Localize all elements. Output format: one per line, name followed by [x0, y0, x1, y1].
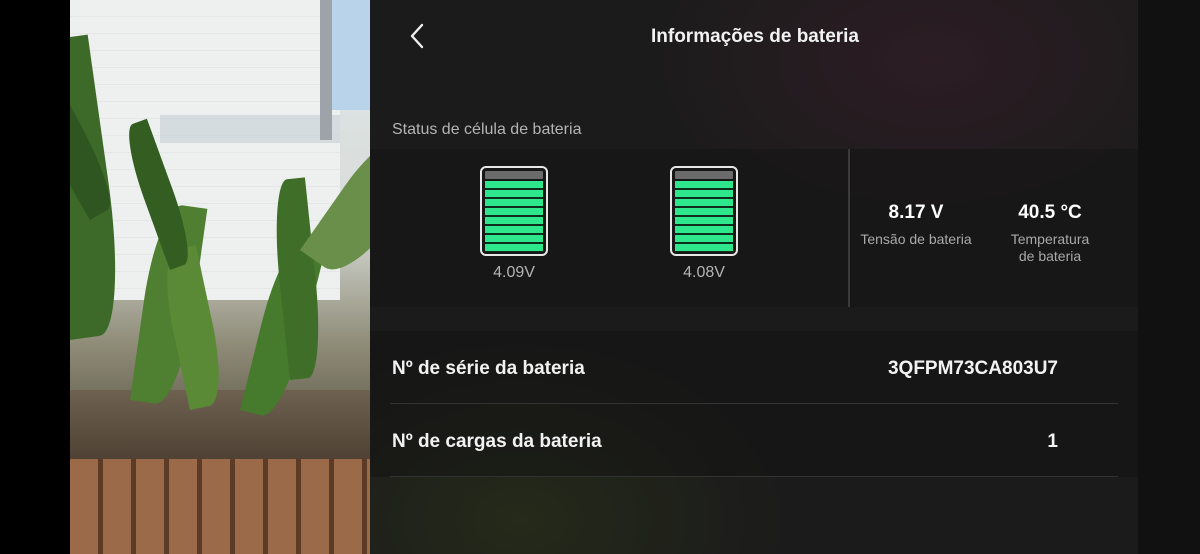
battery-cell-fill: [485, 181, 543, 252]
battery-temperature-label-line1: Temperatura: [1010, 231, 1090, 247]
camera-sky: [330, 0, 370, 110]
camera-pole: [320, 0, 332, 140]
battery-cell-1: 4.09V: [480, 166, 548, 281]
battery-voltage-stat: 8.17 V Tensão de bateria: [850, 202, 982, 248]
charge-count-label: Nº de cargas da bateria: [392, 431, 602, 452]
battery-cell-icon: [480, 166, 548, 256]
page-title: Informações de bateria: [650, 26, 860, 47]
battery-cell-2: 4.08V: [670, 166, 738, 281]
battery-temperature-stat: 40.5 °C Temperatura de bateria: [982, 202, 1118, 265]
battery-cell-cap: [485, 171, 543, 179]
charge-count-value: 1: [1047, 431, 1058, 452]
row-divider: [390, 403, 1118, 404]
battery-temperature-label: Temperatura de bateria: [982, 231, 1118, 265]
charge-count-row[interactable]: Nº de cargas da bateria 1: [390, 405, 1118, 477]
serial-number-value: 3QFPM73CA803U7: [887, 358, 1058, 379]
camera-fence: [70, 459, 370, 554]
right-letterbox: [1138, 0, 1200, 554]
row-divider: [390, 476, 1118, 477]
battery-cell-fill: [675, 181, 733, 252]
battery-cell-voltage: 4.08V: [683, 264, 725, 281]
battery-cell-cap: [675, 171, 733, 179]
battery-temperature-label-line2: de bateria: [1018, 248, 1082, 264]
battery-cell-voltage: 4.09V: [493, 264, 535, 281]
camera-wall-edge: [160, 115, 340, 143]
serial-number-row[interactable]: Nº de série da bateria 3QFPM73CA803U7: [390, 332, 1118, 404]
serial-number-label: Nº de série da bateria: [392, 358, 585, 379]
battery-voltage-label: Tensão de bateria: [860, 231, 972, 247]
battery-cell-icon: [670, 166, 738, 256]
battery-voltage-value: 8.17 V: [888, 202, 944, 223]
left-letterbox: [0, 0, 70, 554]
battery-info-panel: Informações de bateria Status de célula …: [370, 0, 1200, 554]
camera-feed: [70, 0, 370, 554]
battery-temperature-value: 40.5 °C: [1018, 202, 1082, 223]
cells-box: [370, 149, 848, 307]
camera-soil: [70, 390, 370, 470]
cell-status-label: Status de célula de bateria: [392, 121, 582, 138]
